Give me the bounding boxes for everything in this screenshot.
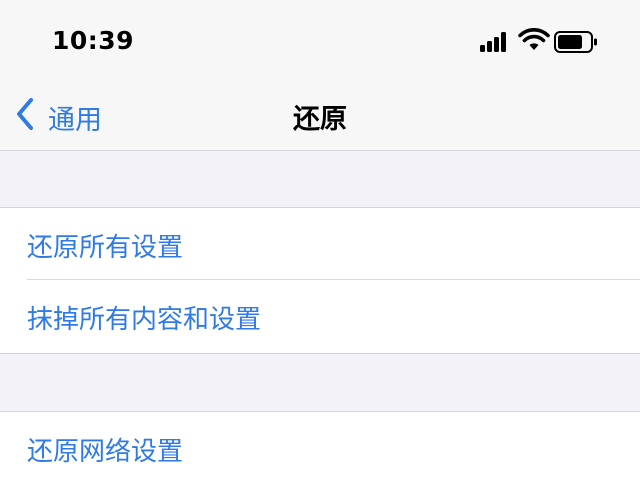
battery-icon: [554, 31, 597, 53]
reset-group-1: 还原所有设置 抹掉所有内容和设置: [0, 207, 640, 354]
status-bar: 10:39: [0, 0, 640, 82]
wifi-icon: [518, 28, 550, 50]
erase-all-content-row[interactable]: 抹掉所有内容和设置: [0, 280, 640, 352]
navigation-bar: 通用 还原: [0, 82, 640, 151]
reset-group-2: 还原网络设置: [0, 411, 640, 502]
reset-network-settings-row[interactable]: 还原网络设置: [0, 412, 640, 484]
cellular-signal-icon: [480, 32, 510, 52]
page-title: 还原: [293, 104, 347, 135]
reset-all-settings-row[interactable]: 还原所有设置: [0, 208, 640, 280]
reset-network-settings-label: 还原网络设置: [27, 437, 184, 467]
erase-all-content-label: 抹掉所有内容和设置: [27, 305, 262, 335]
reset-all-settings-label: 还原所有设置: [27, 233, 184, 263]
status-time: 10:39: [52, 26, 135, 55]
